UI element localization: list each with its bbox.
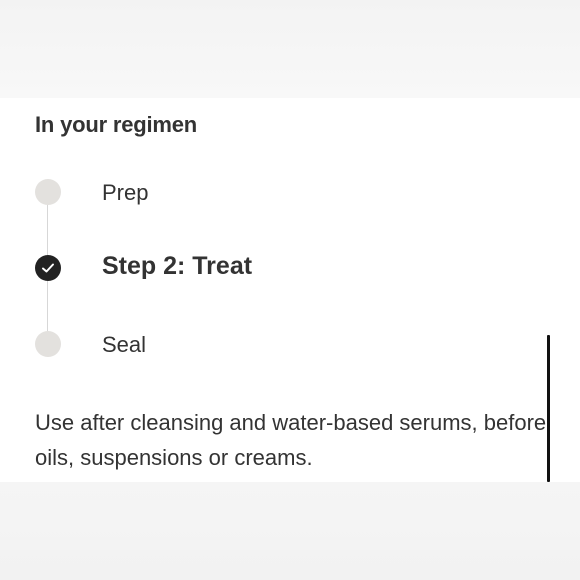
bottom-background	[0, 482, 580, 580]
step-dot-prep	[35, 179, 61, 205]
step-dot-treat	[35, 255, 61, 281]
step-dot-seal	[35, 331, 61, 357]
step-label-prep: Prep	[102, 180, 149, 205]
scroll-indicator[interactable]	[547, 335, 550, 482]
regimen-description: Use after cleansing and water-based seru…	[35, 410, 547, 470]
step-label-seal: Seal	[102, 332, 147, 357]
section-title: In your regimen	[35, 112, 198, 137]
check-icon	[42, 263, 54, 273]
top-background	[0, 0, 580, 98]
step-label-treat: Step 2: Treat	[102, 252, 253, 280]
